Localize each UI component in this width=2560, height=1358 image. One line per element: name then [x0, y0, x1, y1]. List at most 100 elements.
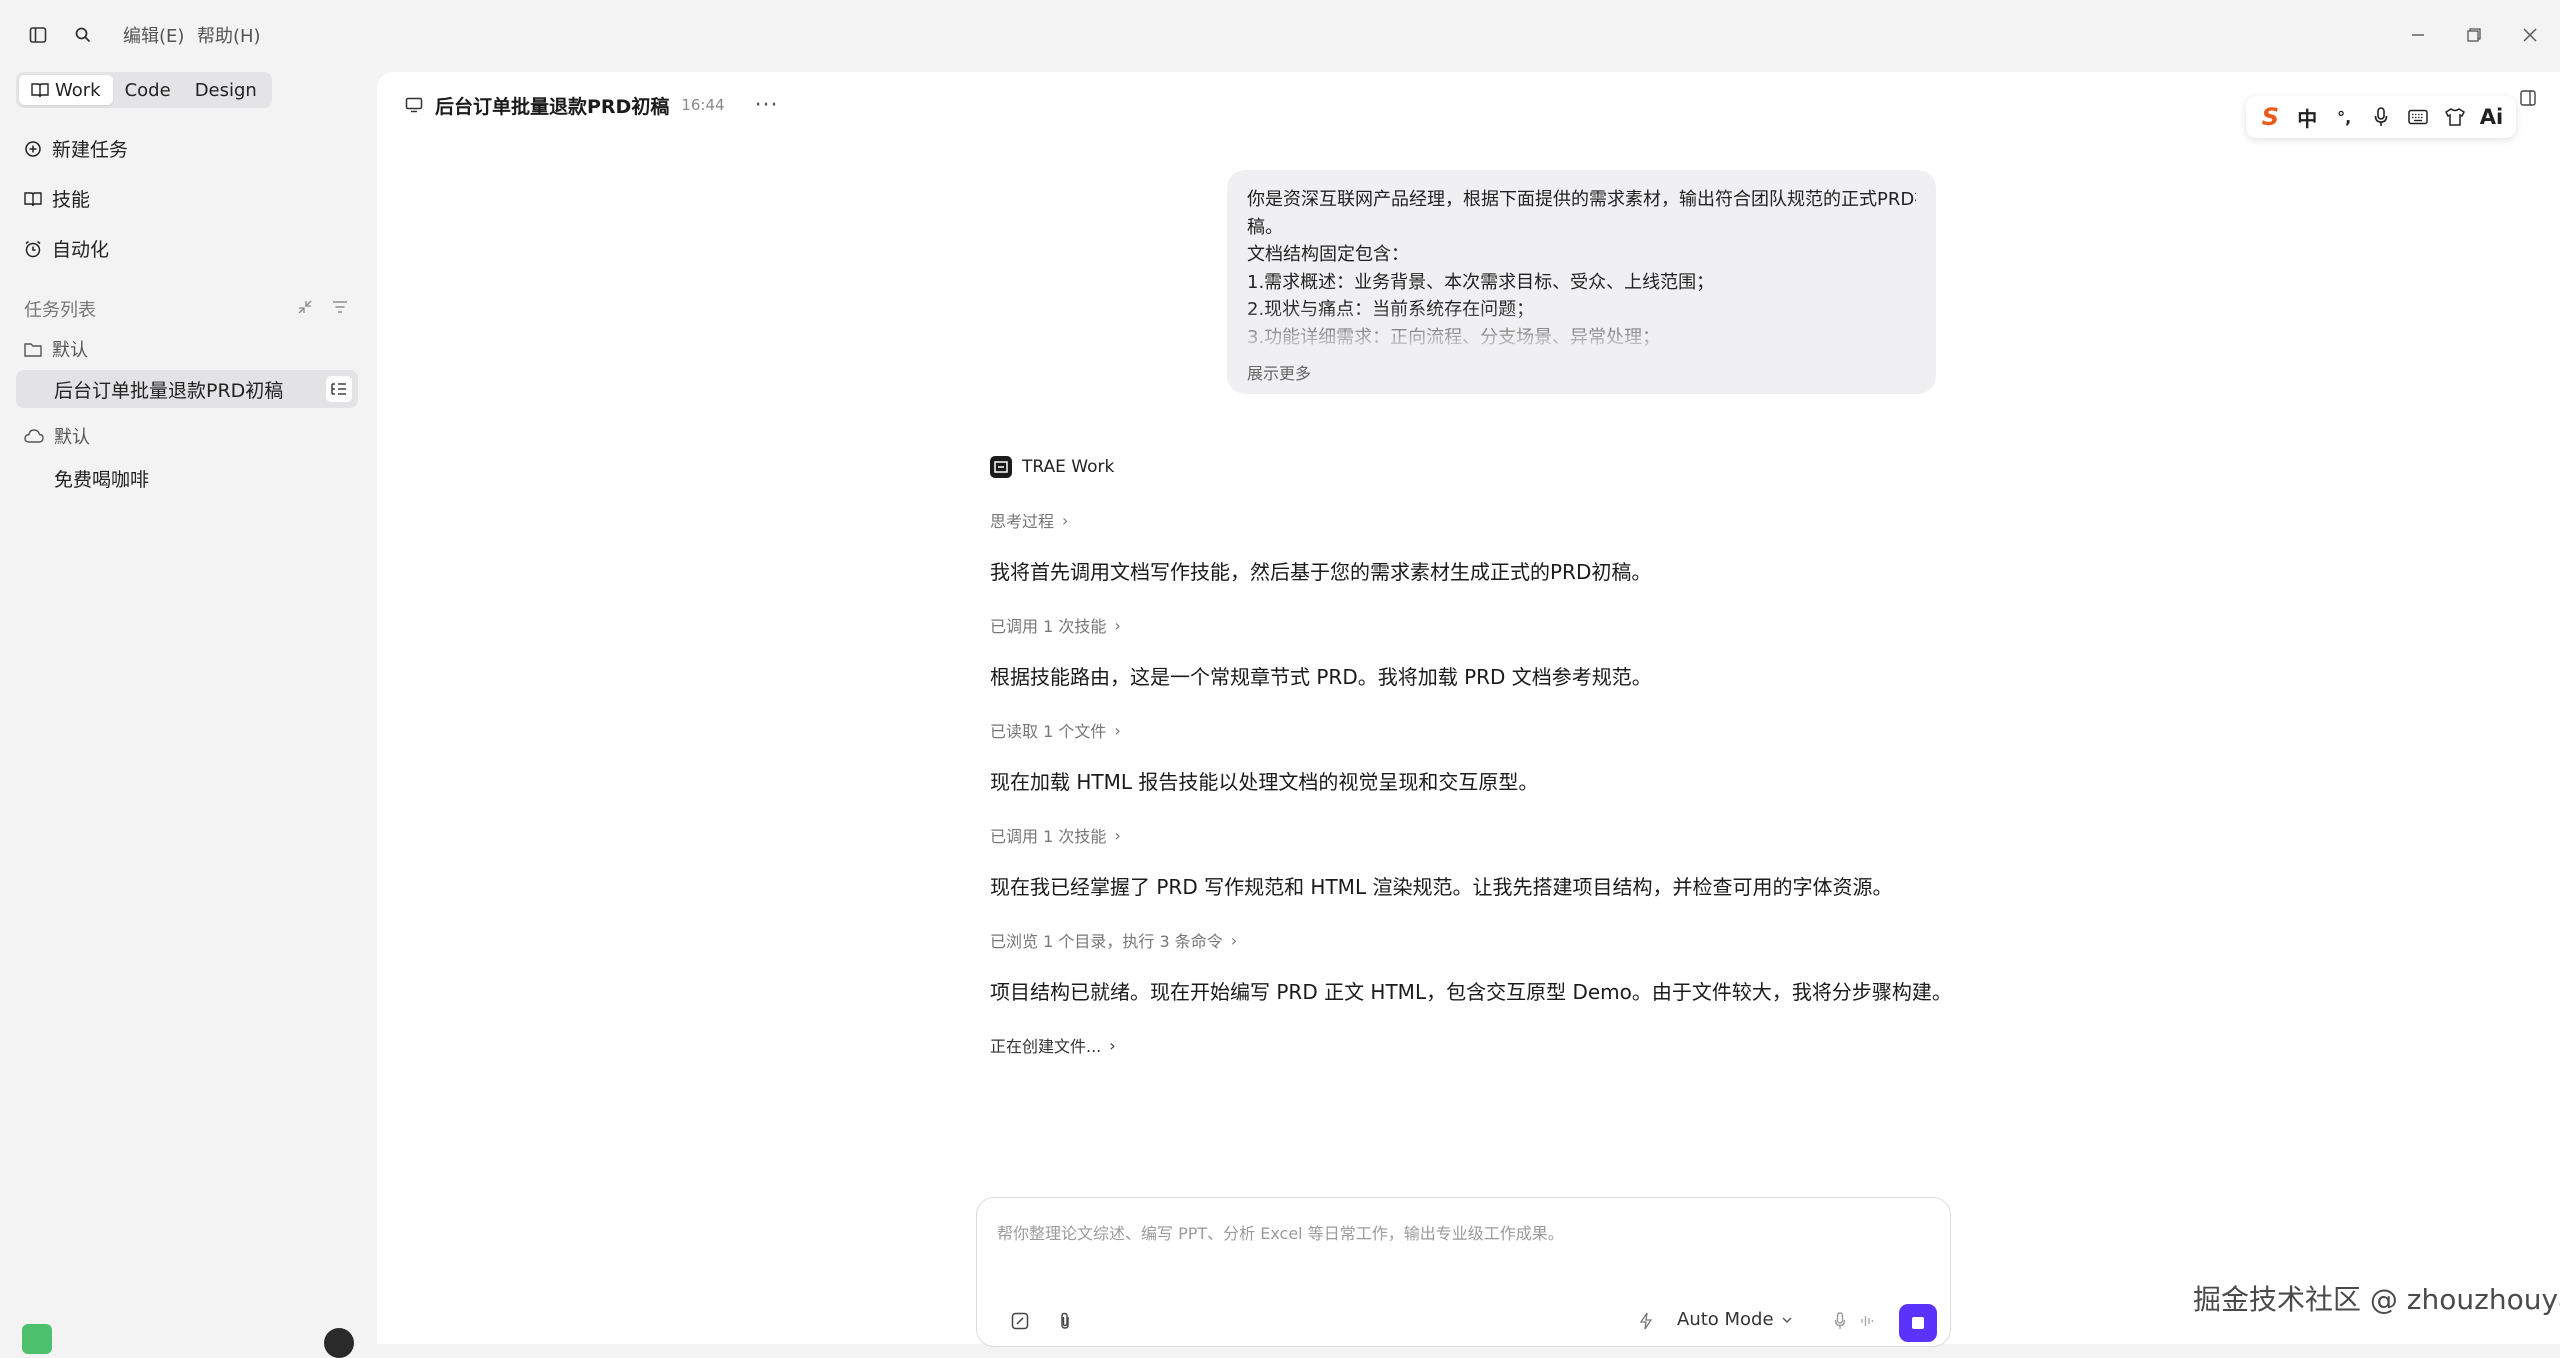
- user-profile[interactable]: [22, 1324, 52, 1354]
- chevron-right-icon: ›: [1114, 615, 1121, 635]
- ime-logo-icon[interactable]: S: [2256, 103, 2284, 131]
- mic-icon[interactable]: [2367, 103, 2395, 131]
- task-group-cloud[interactable]: 默认: [24, 423, 90, 449]
- shirt-icon[interactable]: [2441, 103, 2469, 131]
- mode-tab-label: Work: [55, 79, 101, 101]
- close-icon[interactable]: [2515, 20, 2545, 50]
- mode-tab-design[interactable]: Design: [183, 75, 269, 105]
- step-toggle[interactable]: 已浏览 1 个目录，执行 3 条命令 ›: [990, 928, 1237, 952]
- keyboard-icon[interactable]: [2404, 103, 2432, 131]
- minimize-icon[interactable]: [2403, 20, 2433, 50]
- nav-automation[interactable]: 自动化: [24, 235, 109, 262]
- chevron-down-icon: [1782, 1317, 1792, 1323]
- agent-message: 根据技能路由，这是一个常规章节式 PRD。我将加载 PRD 文档参考规范。: [990, 665, 1652, 689]
- task-item[interactable]: 后台订单批量退款PRD初稿: [16, 370, 358, 408]
- task-list-title: 任务列表: [24, 300, 96, 321]
- agent-header: TRAE Work: [990, 456, 1114, 478]
- step-label: 已读取 1 个文件: [990, 722, 1107, 741]
- task-item[interactable]: 免费喝咖啡: [16, 459, 358, 497]
- new-task-icon: [25, 140, 41, 157]
- more-icon[interactable]: ···: [755, 93, 779, 118]
- lightning-icon[interactable]: [1633, 1308, 1659, 1334]
- step-label: 已调用 1 次技能: [990, 617, 1107, 636]
- task-title: 免费喝咖啡: [54, 468, 150, 491]
- panel-toggle-icon[interactable]: [2520, 90, 2542, 112]
- edit-icon[interactable]: [1007, 1308, 1033, 1334]
- task-outline-icon[interactable]: [326, 376, 352, 402]
- mode-tab-work[interactable]: Work: [19, 75, 113, 105]
- nav-label: 新建任务: [52, 139, 129, 161]
- show-more-link[interactable]: 展示更多: [1247, 360, 1311, 384]
- mode-select[interactable]: Auto Mode: [1677, 1309, 1792, 1330]
- mode-tab-code[interactable]: Code: [113, 75, 183, 105]
- monitor-icon: [405, 97, 423, 113]
- thinking-toggle[interactable]: 思考过程 ›: [990, 508, 1068, 532]
- ai-icon[interactable]: Ai: [2477, 103, 2505, 131]
- chat-input[interactable]: 帮你整理论文综述、编写 PPT、分析 Excel 等日常工作，输出专业级工作成果…: [976, 1197, 1951, 1347]
- cloud-icon: [24, 429, 44, 443]
- ime-toolbar: S 中 °, Ai: [2246, 96, 2516, 138]
- chevron-right-icon: ›: [1062, 510, 1069, 530]
- step-toggle[interactable]: 已读取 1 个文件 ›: [990, 718, 1121, 742]
- nav-label: 自动化: [52, 239, 110, 261]
- book-open-icon: [31, 83, 49, 98]
- user-message-bubble: 你是资深互联网产品经理，根据下面提供的需求素材，输出符合团队规范的正式PRD初 …: [1227, 170, 1936, 394]
- nav-label: 技能: [52, 189, 91, 211]
- message-line: 你是资深互联网产品经理，根据下面提供的需求素材，输出符合团队规范的正式PRD初: [1247, 189, 1916, 210]
- sidebar-toggle-icon[interactable]: [25, 22, 51, 48]
- filter-icon[interactable]: [329, 296, 351, 318]
- creating-file-status[interactable]: 正在创建文件... ›: [990, 1033, 1116, 1057]
- ime-lang-toggle[interactable]: 中: [2293, 103, 2321, 131]
- stop-button[interactable]: [1899, 1304, 1937, 1342]
- step-label: 已调用 1 次技能: [990, 827, 1107, 846]
- chevron-right-icon: ›: [1230, 930, 1238, 950]
- mode-tab-label: Design: [194, 79, 257, 101]
- collapse-icon[interactable]: [294, 296, 316, 318]
- agent-name: TRAE Work: [1022, 457, 1115, 477]
- agent-message: 现在我已经掌握了 PRD 写作规范和 HTML 渲染规范。让我先搭建项目结构，并…: [990, 875, 1893, 899]
- ime-punct-icon[interactable]: °,: [2330, 103, 2358, 131]
- menu-edit[interactable]: 编辑(E): [123, 22, 184, 48]
- timestamp: 16:44: [681, 96, 725, 114]
- agent-message: 我将首先调用文档写作技能，然后基于您的需求素材生成正式的PRD初稿。: [990, 560, 1652, 584]
- step-label: 思考过程: [990, 512, 1055, 531]
- mic-icon[interactable]: [1827, 1308, 1853, 1334]
- group-label: 默认: [52, 340, 88, 361]
- nav-skills[interactable]: 技能: [24, 185, 90, 212]
- search-icon[interactable]: [70, 22, 96, 48]
- mode-select-label: Auto Mode: [1677, 1309, 1774, 1330]
- group-label: 默认: [54, 427, 90, 448]
- message-line: 1.需求概述：业务背景、本次需求目标、受众、上线范围；: [1247, 271, 1715, 293]
- message-line: 稿。: [1247, 216, 1283, 238]
- attachment-icon[interactable]: [1052, 1308, 1078, 1334]
- chevron-right-icon: ›: [1114, 720, 1121, 740]
- stop-icon: [1912, 1317, 1924, 1329]
- mode-switcher: Work Code Design: [16, 72, 272, 108]
- settings-icon[interactable]: [324, 1328, 354, 1358]
- alarm-icon: [25, 240, 41, 257]
- mode-tab-label: Code: [124, 79, 171, 101]
- chevron-right-icon: ›: [1109, 1035, 1116, 1055]
- step-label: 已浏览 1 个目录，执行 3 条命令: [990, 932, 1223, 951]
- step-label: 正在创建文件...: [990, 1037, 1102, 1056]
- voice-wave-icon[interactable]: [1854, 1308, 1880, 1334]
- input-placeholder: 帮你整理论文综述、编写 PPT、分析 Excel 等日常工作，输出专业级工作成果…: [997, 1224, 1564, 1243]
- agent-message: 项目结构已就绪。现在开始编写 PRD 正文 HTML，包含交互原型 Demo。由…: [990, 980, 1952, 1004]
- watermark: 掘金技术社区 @ zhouzhouya: [2193, 1283, 2560, 1316]
- menu-help[interactable]: 帮助(H): [197, 22, 261, 48]
- folder-icon: [24, 342, 42, 357]
- step-toggle[interactable]: 已调用 1 次技能 ›: [990, 613, 1121, 637]
- step-toggle[interactable]: 已调用 1 次技能 ›: [990, 823, 1121, 847]
- user-message-text: 你是资深互联网产品经理，根据下面提供的需求素材，输出符合团队规范的正式PRD初 …: [1247, 186, 1916, 356]
- trae-logo-icon: [990, 456, 1012, 478]
- page-title: 后台订单批量退款PRD初稿: [435, 95, 670, 118]
- restore-icon[interactable]: [2459, 20, 2489, 50]
- book-icon: [24, 191, 42, 206]
- conversation-header: 后台订单批量退款PRD初稿 16:44 ···: [405, 90, 779, 120]
- title-bar: 编辑(E) 帮助(H): [0, 0, 2560, 70]
- nav-new-task[interactable]: 新建任务: [24, 135, 128, 162]
- message-line: 3.功能详细需求：正向流程、分支场景、异常处理；: [1247, 326, 1661, 348]
- message-line: 文档结构固定包含：: [1247, 244, 1409, 265]
- task-group-default[interactable]: 默认: [24, 336, 88, 362]
- chevron-right-icon: ›: [1114, 825, 1121, 845]
